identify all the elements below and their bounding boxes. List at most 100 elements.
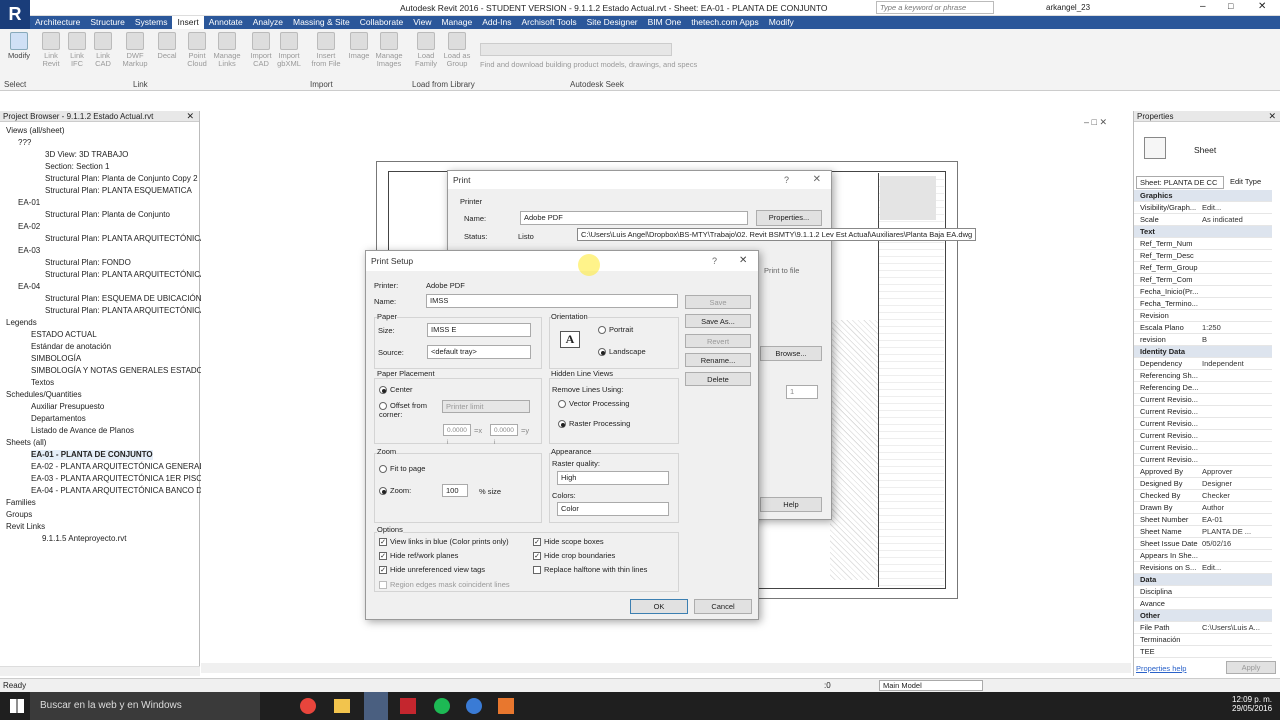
help-icon[interactable]: ? [784,175,789,185]
property-row[interactable]: Current Revisio... [1134,442,1272,454]
property-row[interactable]: Sheet Name PLANTA DE ... [1134,526,1272,538]
property-row[interactable]: Visibility/Graph... Edit... [1134,202,1272,214]
close-button[interactable]: ✕ [1258,1,1266,12]
import-cad-button[interactable]: Import CAD [248,32,274,68]
clock[interactable]: 12:09 p. m. 29/05/2016 [1232,695,1272,713]
property-row[interactable]: Approved By Approver [1134,466,1272,478]
tree-item[interactable]: Structural Plan: PLANTA ESQUEMATICA [45,186,192,196]
delete-button[interactable]: Delete [685,372,751,386]
property-row[interactable]: File Path C:\Users\Luis A... [1134,622,1272,634]
tree-item[interactable]: ESTADO ACTUAL [31,330,97,340]
property-row[interactable]: Fecha_Termino... [1134,298,1272,310]
edit-type-button[interactable]: Edit Type [1230,177,1261,186]
tree-revit-links[interactable]: Revit Links [6,522,45,532]
minimize-button[interactable]: – [1200,1,1206,12]
tab-archisoft-tools[interactable]: Archisoft Tools [516,16,581,29]
properties-help-link[interactable]: Properties help [1136,664,1186,673]
insert-from-file-button[interactable]: Insert from File [310,32,342,68]
tree-unassigned[interactable]: ??? [18,138,31,148]
offset-select[interactable]: Printer limit [442,400,530,413]
tree-item[interactable]: Section: Section 1 [45,162,109,172]
panel-select[interactable]: Select [4,80,26,89]
link-ifc-button[interactable]: Link IFC [64,32,90,68]
link-cad-button[interactable]: Link CAD [90,32,116,68]
revert-button[interactable]: Revert [685,334,751,348]
ok-button[interactable]: OK [630,599,688,614]
user-name[interactable]: arkangel_23 [1046,3,1090,12]
search-input[interactable]: Type a keyword or phrase [876,1,994,14]
tab-bim-one[interactable]: BIM One [643,16,687,29]
point-cloud-button[interactable]: Point Cloud [184,32,210,68]
property-group-header[interactable]: Graphics [1134,190,1272,202]
property-row[interactable]: Ref_Term_Num [1134,238,1272,250]
tree-item[interactable]: EA-02 - PLANTA ARQUITECTÓNICA GENERAL (I [31,462,211,472]
hide-crop-boundaries-checkbox[interactable]: ✓ Hide crop boundaries [533,551,615,561]
property-row[interactable]: Sheet Issue Date 05/02/16 [1134,538,1272,550]
tab-systems[interactable]: Systems [130,16,173,29]
zoom-input[interactable]: 100 [442,484,468,497]
property-row[interactable]: Current Revisio... [1134,406,1272,418]
save-as-button[interactable]: Save As... [685,314,751,328]
property-value[interactable]: 1:250 [1202,322,1272,334]
taskbar-search[interactable]: Buscar en la web y en Windows [30,692,260,720]
property-group-header[interactable]: Text [1134,226,1272,238]
tab-annotate[interactable]: Annotate [204,16,248,29]
apply-button[interactable]: Apply [1226,661,1276,674]
hide-ref-planes-checkbox[interactable]: ✓ Hide ref/work planes [379,551,458,561]
property-value[interactable]: As indicated [1202,214,1272,226]
tree-item[interactable]: Departamentos [31,414,86,424]
property-row[interactable]: Scale As indicated [1134,214,1272,226]
property-row[interactable]: Dependency Independent [1134,358,1272,370]
tree-item[interactable]: EA-03 - PLANTA ARQUITECTÓNICA 1ER PISO [31,474,202,484]
property-value[interactable]: Edit... [1202,562,1272,574]
tree-views[interactable]: Views (all/sheet) [6,126,65,136]
property-row[interactable]: Drawn By Author [1134,502,1272,514]
tab-structure[interactable]: Structure [85,16,130,29]
properties-button[interactable]: Properties... [756,210,822,226]
type-selector[interactable]: Sheet: PLANTA DE CC [1136,176,1224,189]
file-explorer-icon[interactable] [334,699,350,713]
image-button[interactable]: Image [346,32,372,60]
tree-group[interactable]: EA-02 [18,222,40,232]
tab-analyze[interactable]: Analyze [248,16,288,29]
tree-item[interactable]: Textos [31,378,54,388]
tab-add-ins[interactable]: Add-Ins [477,16,516,29]
maximize-button[interactable]: □ [1228,1,1233,11]
close-setup-dialog-icon[interactable]: ✕ [739,255,747,266]
landscape-radio[interactable]: Landscape [598,347,646,357]
property-row[interactable]: Ref_Term_Com [1134,274,1272,286]
offset-radio[interactable]: Offset from corner: [379,401,439,419]
property-value[interactable]: Edit... [1202,202,1272,214]
property-row[interactable]: Sheet Number EA-01 [1134,514,1272,526]
browser-scrollbar[interactable] [0,666,200,676]
property-value[interactable]: C:\Users\Luis A... [1202,622,1272,634]
property-row[interactable]: Ref_Term_Group [1134,262,1272,274]
tree-item[interactable]: Auxiliar Presupuesto [31,402,104,412]
property-row[interactable]: Revisions on S... Edit... [1134,562,1272,574]
tree-sheet-selected[interactable]: EA-01 - PLANTA DE CONJUNTO [31,450,153,460]
vector-processing-radio[interactable]: Vector Processing [558,399,629,409]
tree-group[interactable]: EA-04 [18,282,40,292]
portrait-radio[interactable]: Portrait [598,325,633,335]
tab-collaborate[interactable]: Collaborate [355,16,408,29]
property-row[interactable]: Checked By Checker [1134,490,1272,502]
tree-item[interactable]: Listado de Avance de Planos [31,426,134,436]
revit-taskbar-icon[interactable] [364,692,388,720]
manage-images-button[interactable]: Manage Images [374,32,404,68]
tree-item[interactable]: Estándar de anotación [31,342,111,352]
tab-view[interactable]: View [408,16,436,29]
property-row[interactable]: Referencing Sh... [1134,370,1272,382]
tab-insert[interactable]: Insert [172,16,204,29]
tree-item[interactable]: Structural Plan: PLANTA ARQUITECTÓNICA [45,306,205,316]
region-edges-checkbox[interactable]: Region edges mask coincident lines [379,580,510,590]
property-value[interactable]: PLANTA DE ... [1202,526,1272,538]
tree-item[interactable]: Structural Plan: PLANTA ARQUITECTÓNICA [45,234,205,244]
manage-links-button[interactable]: Manage Links [212,32,242,68]
tree-legends[interactable]: Legends [6,318,37,328]
property-row[interactable]: Designed By Designer [1134,478,1272,490]
property-row[interactable]: Current Revisio... [1134,454,1272,466]
windows-start-icon[interactable] [10,699,24,713]
fit-to-page-radio[interactable]: Fit to page [379,464,425,474]
zoom-radio[interactable]: Zoom: [379,486,411,496]
load-family-button[interactable]: Load Family [413,32,439,68]
